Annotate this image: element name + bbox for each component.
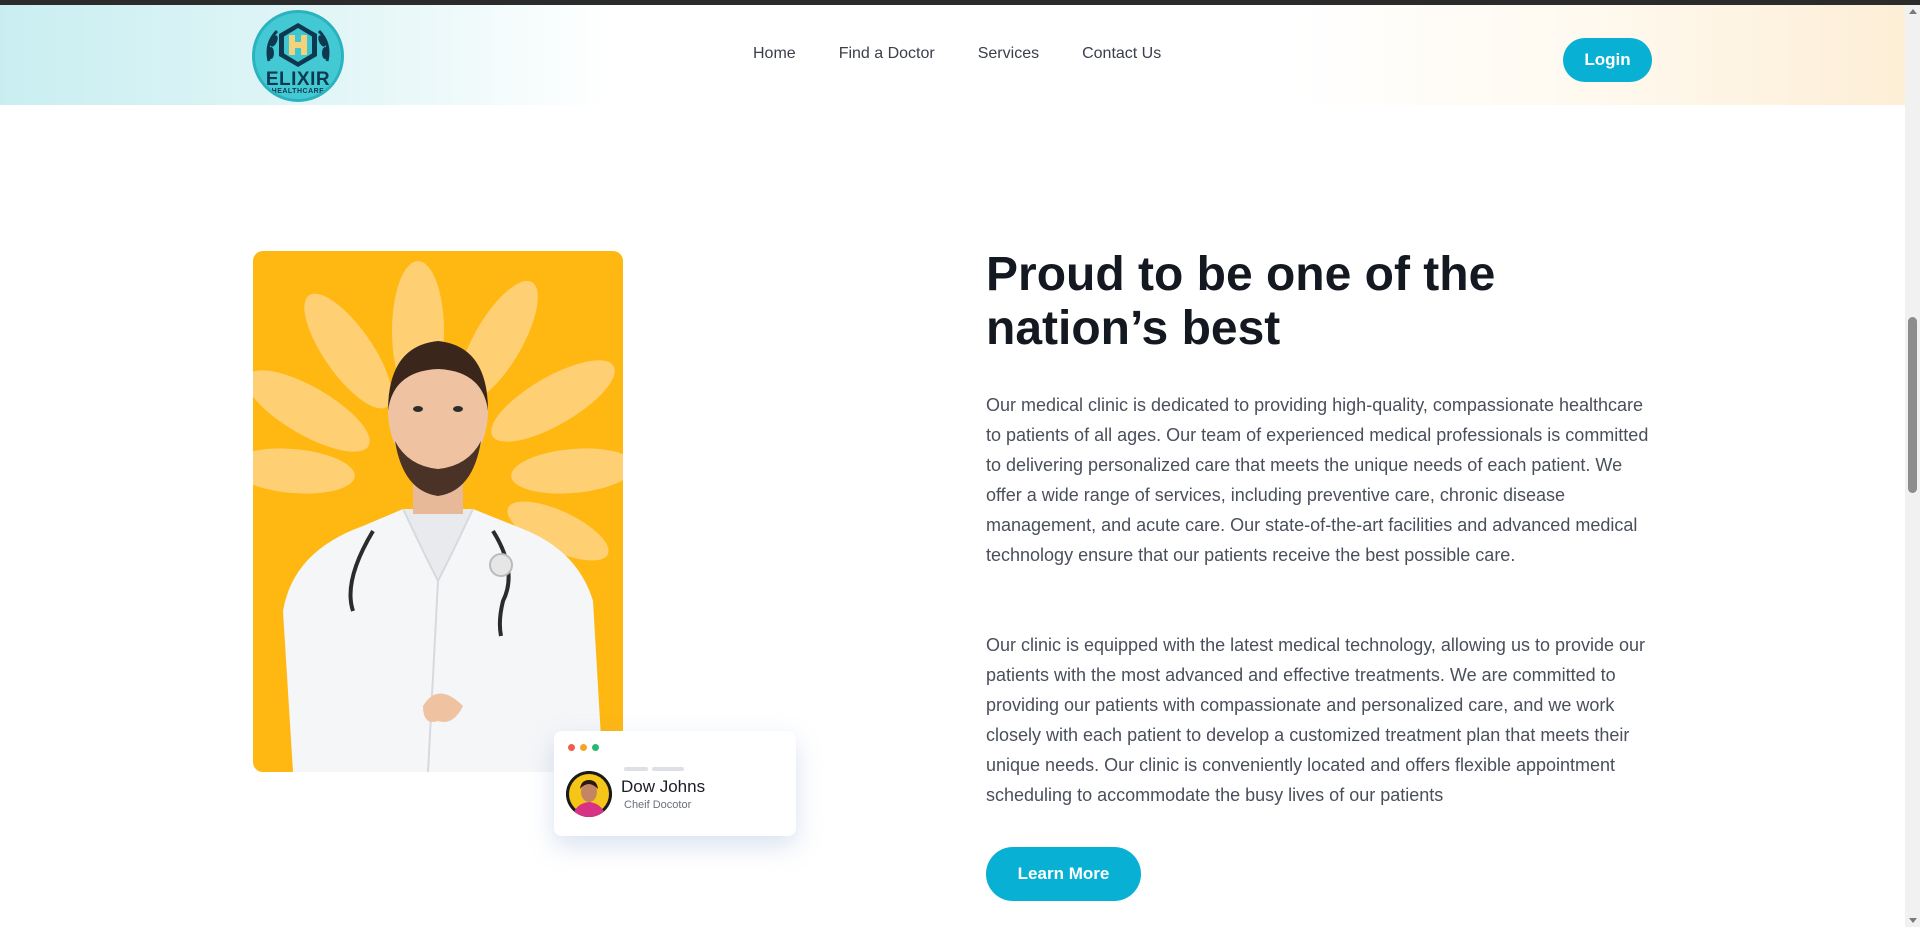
section-heading: Proud to be one of the nation’s best [986, 248, 1496, 355]
dot-red [568, 744, 575, 751]
doctor-photo [253, 251, 623, 772]
learn-more-button[interactable]: Learn More [986, 847, 1141, 901]
login-button[interactable]: Login [1563, 38, 1652, 82]
avatar [566, 771, 612, 817]
skeleton-line [652, 767, 684, 771]
doctor-name: Dow Johns [621, 777, 706, 796]
about-paragraph-1: Our medical clinic is dedicated to provi… [986, 395, 1649, 565]
doctor-avatar-icon [566, 771, 612, 817]
about-paragraph-2: Our clinic is equipped with the latest m… [986, 635, 1646, 805]
scroll-down-icon[interactable] [1909, 918, 1917, 923]
nav-find-a-doctor[interactable]: Find a Doctor [839, 45, 935, 63]
main-nav: Home Find a Doctor Services Contact Us [753, 45, 1204, 63]
dot-orange [580, 744, 587, 751]
doctor-illustration [253, 261, 623, 772]
scrollbar-thumb[interactable] [1908, 317, 1917, 493]
scroll-up-icon[interactable] [1909, 9, 1917, 14]
nav-services[interactable]: Services [978, 45, 1039, 63]
site-header: ELIXIR HEALTHCARE Home Find a Doctor Ser… [0, 5, 1905, 105]
nav-home[interactable]: Home [753, 45, 796, 63]
logo-subtitle: HEALTHCARE [271, 88, 325, 95]
page-scrollbar[interactable] [1905, 5, 1920, 927]
skeleton-line [624, 767, 648, 771]
doctor-role: Cheif Docotor [624, 799, 692, 811]
doctor-profile-card: Dow Johns Cheif Docotor [554, 731, 796, 836]
site-logo[interactable]: ELIXIR HEALTHCARE [252, 10, 344, 102]
nav-contact-us[interactable]: Contact Us [1082, 45, 1161, 63]
dot-green [592, 744, 599, 751]
window-dots [568, 744, 604, 751]
